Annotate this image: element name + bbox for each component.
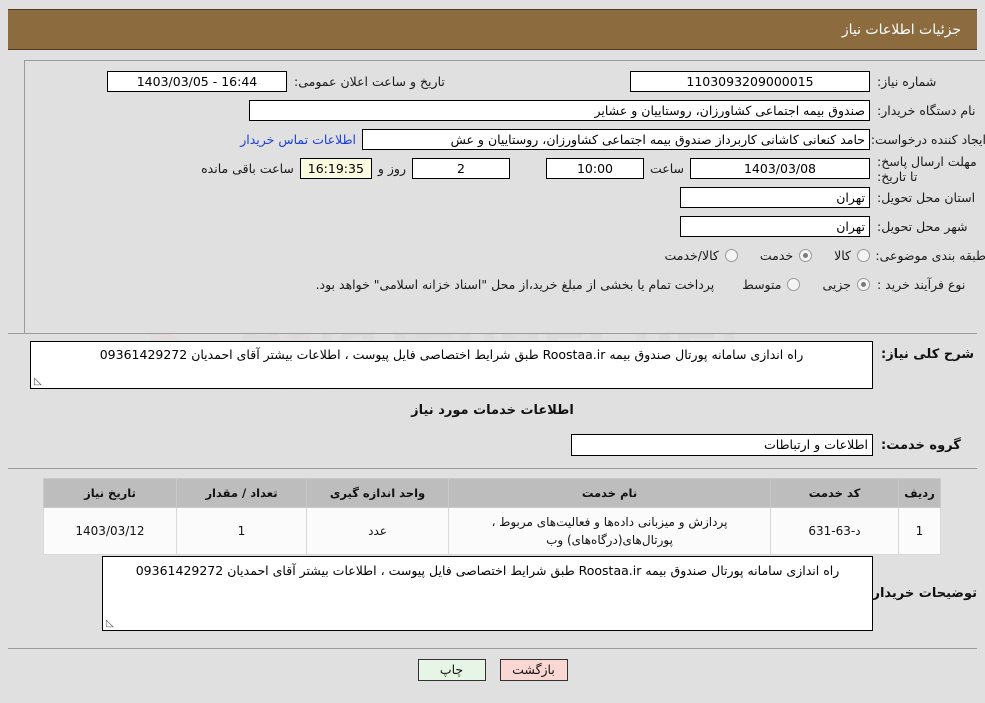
services-section-title: اطلاعات خدمات مورد نیاز <box>411 403 574 418</box>
process-option-label-0: جزیی <box>822 277 851 292</box>
deadline-time-value: 10:00 <box>545 158 644 179</box>
process-option-label-1: متوسط <box>742 277 782 292</box>
print-button[interactable]: چاپ <box>417 659 486 681</box>
buyer-notes-row: توضیحات خریدار: راه اندازی سامانه پورتال… <box>8 556 977 631</box>
radio-icon[interactable] <box>857 249 870 262</box>
description-value: راه اندازی سامانه پورتال صندوق بیمه Roos… <box>99 347 804 362</box>
page-header: جزئیات اطلاعات نیاز <box>8 9 977 50</box>
process-label: نوع فرآیند خرید : <box>877 277 966 292</box>
category-option-khedmat[interactable]: خدمت <box>759 248 813 263</box>
cell-row-no: 1 <box>898 507 941 555</box>
radio-icon[interactable] <box>787 278 801 291</box>
radio-selected-icon[interactable] <box>799 249 813 262</box>
description-section: شرح کلی نیاز: راه اندازی سامانه پورتال ص… <box>8 341 977 441</box>
announce-datetime-label: تاریخ و ساعت اعلان عمومی: <box>294 74 445 89</box>
cell-service-name: پردازش و میزبانی داده‌ها و فعالیت‌های مر… <box>448 507 771 555</box>
city-label: شهر محل تحویل: <box>877 219 968 234</box>
creator-label: ایجاد کننده درخواست: <box>870 132 985 147</box>
radio-icon[interactable] <box>724 249 738 262</box>
need-info-panel: شماره نیاز: 1103093209000015 تاریخ و ساع… <box>24 60 985 333</box>
row-process: نوع فرآیند خرید : جزیی متوسط پرداخت تمام… <box>25 270 985 299</box>
cell-unit: عدد <box>306 507 449 555</box>
table-header-row: ردیف کد خدمت نام خدمت واحد اندازه گیری ت… <box>43 478 941 508</box>
category-label: طبقه بندی موضوعی: <box>875 248 985 263</box>
buyer-notes-label: توضیحات خریدار: <box>867 586 977 601</box>
need-number-label: شماره نیاز: <box>877 74 937 89</box>
row-need-number: شماره نیاز: 1103093209000015 تاریخ و ساع… <box>25 67 985 96</box>
section-divider-top <box>8 333 977 334</box>
creator-value: حامد کنعانی کاشانی کاربرداز صندوق بیمه ا… <box>362 129 870 150</box>
radio-selected-icon[interactable] <box>857 278 870 291</box>
process-option-motavaset[interactable]: متوسط <box>742 277 801 292</box>
province-value: تهران <box>680 187 870 208</box>
back-button[interactable]: بازگشت <box>499 659 568 681</box>
description-textarea[interactable]: راه اندازی سامانه پورتال صندوق بیمه Roos… <box>30 341 873 389</box>
category-option-label-1: خدمت <box>759 248 794 263</box>
table-row: 1 د-63-631 پردازش و میزبانی داده‌ها و فع… <box>43 507 941 555</box>
category-radio-group: کالا خدمت کالا/خدمت <box>642 248 870 263</box>
th-need-date: تاریخ نیاز <box>43 478 177 508</box>
category-option-label-0: کالا <box>834 248 851 263</box>
page-root: AriaTender.net جزئیات اطلاعات نیاز شماره… <box>0 0 985 703</box>
buyer-notes-section: توضیحات خریدار: راه اندازی سامانه پورتال… <box>8 556 977 631</box>
buyer-org-label: نام دستگاه خریدار: <box>877 103 976 118</box>
row-buyer-org: نام دستگاه خریدار: صندوق بیمه اجتماعی کش… <box>25 96 985 125</box>
time-label: ساعت <box>649 161 684 176</box>
row-deadline: مهلت ارسال پاسخ: تا تاریخ: 1403/03/08 سا… <box>25 153 985 184</box>
deadline-label: مهلت ارسال پاسخ: تا تاریخ: <box>877 153 977 184</box>
row-city: شهر محل تحویل: تهران <box>25 212 985 241</box>
days-remaining-value: 2 <box>411 158 510 179</box>
section-divider-table <box>8 468 977 469</box>
service-group-value: اطلاعات و ارتباطات <box>571 434 873 456</box>
payment-note: پرداخت تمام یا بخشی از مبلغ خرید،از محل … <box>315 277 715 292</box>
buyer-org-value: صندوق بیمه اجتماعی کشاورزان، روستاییان و… <box>249 100 870 121</box>
th-row-no: ردیف <box>898 478 941 508</box>
announce-datetime-value: 16:44 - 1403/03/05 <box>107 71 287 92</box>
buyer-notes-textarea[interactable]: راه اندازی سامانه پورتال صندوق بیمه Roos… <box>102 556 873 631</box>
row-creator: ایجاد کننده درخواست: حامد کنعانی کاشانی … <box>25 125 985 154</box>
buyer-notes-value: راه اندازی سامانه پورتال صندوق بیمه Roos… <box>135 563 840 578</box>
cell-need-date: 1403/03/12 <box>43 507 177 555</box>
th-unit: واحد اندازه گیری <box>306 478 449 508</box>
remaining-label: ساعت باقی مانده <box>201 161 294 176</box>
service-group-label: گروه خدمت: <box>881 437 961 453</box>
services-table-wrap: ردیف کد خدمت نام خدمت واحد اندازه گیری ت… <box>43 478 941 555</box>
description-label: شرح کلی نیاز: <box>881 347 975 362</box>
section-divider-bottom <box>8 648 977 649</box>
process-option-jozee[interactable]: جزیی <box>822 277 870 292</box>
th-service-name: نام خدمت <box>448 478 771 508</box>
category-option-kala[interactable]: کالا <box>834 248 870 263</box>
services-table: ردیف کد خدمت نام خدمت واحد اندازه گیری ت… <box>43 478 941 555</box>
cell-service-code: د-63-631 <box>770 507 899 555</box>
category-option-kala-khedmat[interactable]: کالا/خدمت <box>664 248 738 263</box>
city-value: تهران <box>680 216 870 237</box>
province-label: استان محل تحویل: <box>877 190 976 205</box>
process-radio-group: جزیی متوسط <box>720 277 870 292</box>
th-quantity: تعداد / مقدار <box>176 478 307 508</box>
category-option-label-2: کالا/خدمت <box>664 248 719 263</box>
description-row: شرح کلی نیاز: راه اندازی سامانه پورتال ص… <box>8 341 977 389</box>
service-group-row: گروه خدمت: اطلاعات و ارتباطات <box>8 434 977 456</box>
resize-grip-icon[interactable]: ◺ <box>33 377 43 387</box>
row-category: طبقه بندی موضوعی: کالا خدمت کالا/خدمت <box>25 241 985 270</box>
th-service-code: کد خدمت <box>770 478 899 508</box>
row-province: استان محل تحویل: تهران <box>25 183 985 212</box>
cell-quantity: 1 <box>176 507 307 555</box>
buyer-contact-link[interactable]: اطلاعات تماس خریدار <box>234 132 362 147</box>
deadline-date-value: 1403/03/08 <box>690 158 870 179</box>
action-buttons: بازگشت چاپ <box>0 659 985 681</box>
countdown-timer: 16:19:35 <box>299 158 372 179</box>
days-label: روز و <box>377 161 406 176</box>
resize-grip-icon[interactable]: ◺ <box>105 619 115 629</box>
page-title: جزئیات اطلاعات نیاز <box>841 21 961 38</box>
need-number-value: 1103093209000015 <box>630 71 870 92</box>
